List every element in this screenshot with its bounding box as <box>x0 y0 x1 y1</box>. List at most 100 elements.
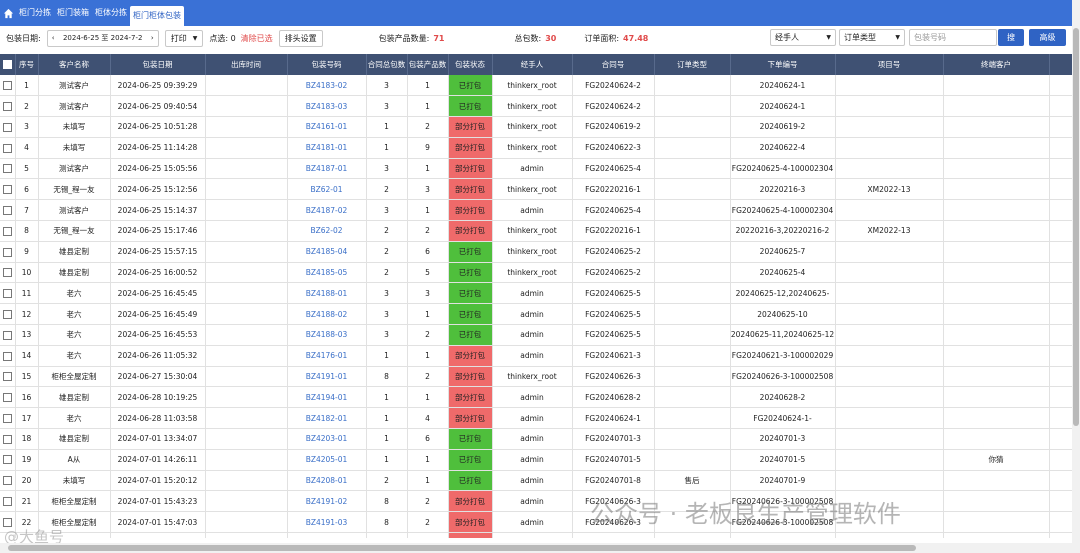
package-number[interactable]: BZ62-01 <box>287 178 367 201</box>
tab-cabinet-sorting[interactable]: 柜体分拣 <box>92 0 130 26</box>
date-range-picker[interactable]: ‹ 2024-6-25 至 2024-7-2 › <box>46 29 159 47</box>
row-checkbox[interactable] <box>0 241 16 263</box>
horizontal-scrollbar[interactable] <box>0 543 1072 553</box>
row-checkbox[interactable] <box>0 366 16 388</box>
search-button[interactable]: 搜 <box>998 29 1024 46</box>
table-row[interactable]: 1 测试客户 2024-06-25 09:39:29 BZ4183-02 3 1 已打包 th… <box>0 75 1072 97</box>
row-checkbox[interactable] <box>0 75 16 97</box>
row-checkbox[interactable] <box>0 116 16 138</box>
table-row[interactable]: 15 柜柜全屋定制 2024-06-27 15:30:04 BZ4191-01 8 2 部分… <box>0 366 1072 388</box>
order-type-select[interactable]: 订单类型 ▼ <box>839 29 905 46</box>
table-row[interactable]: 23柜柜全屋定制2024-07-01 15:47:12BZ4191-0482部分… <box>0 532 1072 538</box>
table-row[interactable]: 9 雄县定制 2024-06-25 15:57:15 BZ4185-04 2 6 已打包 th… <box>0 241 1072 263</box>
table-row[interactable]: 17 老六 2024-06-28 11:03:58 BZ4182-01 1 4 部分打包 ad… <box>0 407 1072 430</box>
col-header[interactable]: 合同号 <box>572 54 655 75</box>
col-header[interactable]: 包装状态 <box>448 54 493 75</box>
row-checkbox[interactable] <box>0 220 16 242</box>
package-number[interactable]: BZ4188-03 <box>287 324 367 346</box>
table-row[interactable]: 13 老六 2024-06-25 16:45:53 BZ4188-03 3 2 已打包 adm… <box>0 324 1072 346</box>
table-row[interactable]: 16 雄县定制 2024-06-28 10:19:25 BZ4194-01 1 1 部分打包… <box>0 386 1072 409</box>
table-row[interactable]: 22 柜柜全屋定制 2024-07-01 15:47:03 BZ4191-03 8 2 部分… <box>0 511 1072 534</box>
table-row[interactable]: 19 A从 2024-07-01 14:26:11 BZ4205-01 1 1 已打包 adm… <box>0 449 1072 471</box>
table-row[interactable]: 7 测试客户 2024-06-25 15:14:37 BZ4187-02 3 1 部分打包 a… <box>0 199 1072 222</box>
table-row[interactable]: 3 未填写 2024-06-25 10:51:28 BZ4161-01 1 2 部分打包 th… <box>0 116 1072 138</box>
package-number[interactable]: BZ4185-04 <box>287 241 367 263</box>
row-checkbox[interactable] <box>0 386 16 409</box>
col-header[interactable]: 出库时间 <box>205 54 288 75</box>
handler-select[interactable]: 经手人 ▼ <box>770 29 836 46</box>
col-header[interactable]: 订单类型 <box>654 54 731 75</box>
row-checkbox[interactable] <box>0 282 16 305</box>
package-number[interactable]: BZ4188-02 <box>287 303 367 326</box>
col-header[interactable]: 经手人 <box>492 54 573 75</box>
package-number[interactable]: BZ4187-02 <box>287 199 367 222</box>
row-checkbox[interactable] <box>0 303 16 326</box>
col-header[interactable]: 合同总包数 <box>366 54 408 75</box>
package-number[interactable]: BZ4203-01 <box>287 428 367 450</box>
table-row[interactable]: 14 老六 2024-06-26 11:05:32 BZ4176-01 1 1 部分打包 ad… <box>0 345 1072 367</box>
package-number[interactable]: BZ4194-01 <box>287 386 367 409</box>
package-number[interactable]: BZ4191-04 <box>287 532 367 538</box>
advanced-search-button[interactable]: 高级 <box>1029 29 1066 46</box>
row-checkbox[interactable] <box>0 95 16 118</box>
row-checkbox[interactable] <box>0 178 16 201</box>
package-number[interactable]: BZ4185-05 <box>287 262 367 284</box>
col-header[interactable]: 包装产品数 <box>407 54 449 75</box>
row-checkbox[interactable] <box>0 407 16 430</box>
package-number[interactable]: BZ62-02 <box>287 220 367 242</box>
table-row[interactable]: 2 测试客户 2024-06-25 09:40:54 BZ4183-03 3 1 已打包 th… <box>0 95 1072 118</box>
table-row[interactable]: 4 未填写 2024-06-25 11:14:28 BZ4181-01 1 9 部分打包 th… <box>0 137 1072 159</box>
package-number[interactable]: BZ4183-03 <box>287 95 367 118</box>
package-number[interactable]: BZ4161-01 <box>287 116 367 138</box>
row-checkbox[interactable] <box>0 199 16 222</box>
clear-selection-link[interactable]: 清除已选 <box>241 33 273 44</box>
row-checkbox[interactable] <box>0 137 16 159</box>
package-number[interactable]: BZ4176-01 <box>287 345 367 367</box>
col-header[interactable]: 客户名称 <box>38 54 111 75</box>
package-number[interactable]: BZ4182-01 <box>287 407 367 430</box>
row-checkbox[interactable] <box>0 324 16 346</box>
package-number[interactable]: BZ4208-01 <box>287 470 367 492</box>
row-checkbox[interactable] <box>0 490 16 513</box>
horizontal-scroll-thumb[interactable] <box>8 545 916 551</box>
table-row[interactable]: 20 未填写 2024-07-01 15:20:12 BZ4208-01 2 1 已打包 ad… <box>0 470 1072 492</box>
col-header[interactable]: 下单编号 <box>730 54 836 75</box>
package-number[interactable]: BZ4183-02 <box>287 75 367 97</box>
table-row[interactable]: 8 无锡_程一友 2024-06-25 15:17:46 BZ62-02 2 2 部分打包 t… <box>0 220 1072 242</box>
home-icon[interactable] <box>0 0 16 26</box>
next-range-icon[interactable]: › <box>151 34 154 42</box>
header-settings-button[interactable]: 排头设置 <box>278 29 323 47</box>
tab-door-cabinet-packing[interactable]: 柜门柜体包装 <box>130 6 184 26</box>
package-number[interactable]: BZ4191-01 <box>287 366 367 388</box>
row-checkbox[interactable] <box>0 470 16 492</box>
table-row[interactable]: 6 无锡_程一友 2024-06-25 15:12:56 BZ62-01 2 3 部分打包 t… <box>0 178 1072 201</box>
row-checkbox[interactable] <box>0 158 16 180</box>
prev-range-icon[interactable]: ‹ <box>52 34 55 42</box>
package-number[interactable]: BZ4191-03 <box>287 511 367 534</box>
row-checkbox[interactable] <box>0 449 16 471</box>
tab-door-boxing[interactable]: 柜门装箱 <box>54 0 92 26</box>
package-number[interactable]: BZ4205-01 <box>287 449 367 471</box>
table-row[interactable]: 11 老六 2024-06-25 16:45:45 BZ4188-01 3 3 已打包 adm… <box>0 282 1072 305</box>
table-row[interactable]: 5 测试客户 2024-06-25 15:05:56 BZ4187-01 3 1 部分打包 a… <box>0 158 1072 180</box>
table-row[interactable]: 18 雄县定制 2024-07-01 13:34:07 BZ4203-01 1 6 已打包 a… <box>0 428 1072 450</box>
package-number-search-input[interactable]: 包装号码 <box>909 29 997 46</box>
row-checkbox[interactable] <box>0 428 16 450</box>
package-number[interactable]: BZ4187-01 <box>287 158 367 180</box>
table-row[interactable]: 21 柜柜全屋定制 2024-07-01 15:43:23 BZ4191-02 8 2 部分… <box>0 490 1072 513</box>
package-number[interactable]: BZ4191-02 <box>287 490 367 513</box>
col-header[interactable]: 包装号码 <box>287 54 367 75</box>
vertical-scroll-thumb[interactable] <box>1073 28 1079 426</box>
table-row[interactable]: 10 雄县定制 2024-06-25 16:00:52 BZ4185-05 2 5 已打包 t… <box>0 262 1072 284</box>
vertical-scrollbar[interactable] <box>1072 0 1080 553</box>
package-number[interactable]: BZ4181-01 <box>287 137 367 159</box>
print-button[interactable]: 打印 ▼ <box>164 29 204 47</box>
tab-door-sorting[interactable]: 柜门分拣 <box>16 0 54 26</box>
table-row[interactable]: 12 老六 2024-06-25 16:45:49 BZ4188-02 3 1 已打包 adm… <box>0 303 1072 326</box>
col-header[interactable]: 包装日期 <box>110 54 206 75</box>
row-checkbox[interactable] <box>0 262 16 284</box>
package-number[interactable]: BZ4188-01 <box>287 282 367 305</box>
row-checkbox[interactable] <box>0 345 16 367</box>
select-all-checkbox[interactable] <box>0 54 16 75</box>
col-header[interactable]: 序号 <box>15 54 39 75</box>
